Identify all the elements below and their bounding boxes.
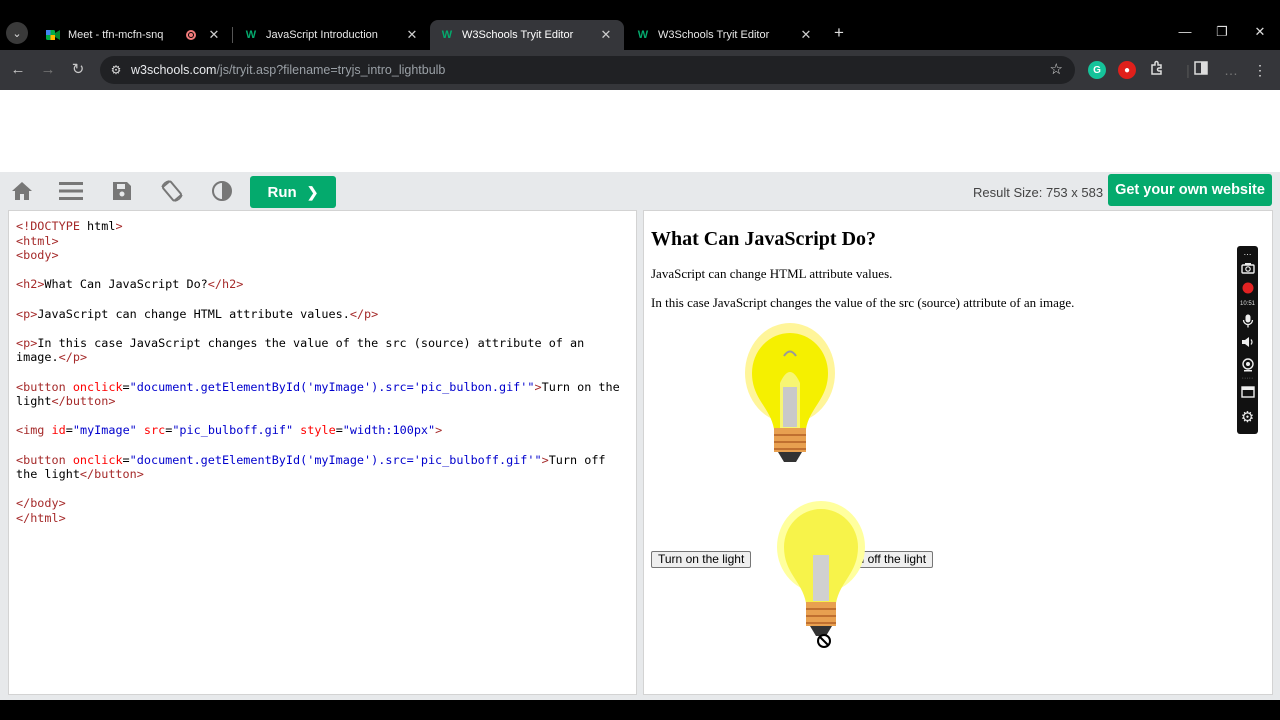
run-button-label: Run: [267, 183, 297, 201]
code-line[interactable]: [16, 292, 628, 307]
close-tab-icon[interactable]: ✕: [206, 27, 222, 43]
code-line[interactable]: <button onclick="document.getElementById…: [16, 453, 628, 482]
code-editor[interactable]: <!DOCTYPE html> <html> <body> <h2>What Can…: [8, 210, 637, 695]
home-icon[interactable]: [10, 180, 34, 202]
lightbulb-on-image: [745, 323, 835, 462]
contrast-icon[interactable]: [210, 180, 234, 202]
chevron-right-icon: ❯: [306, 183, 319, 200]
forward-icon[interactable]: →: [38, 60, 58, 80]
menu-icon[interactable]: [59, 180, 83, 202]
close-tab-icon[interactable]: ✕: [798, 27, 814, 43]
tab-divider: [232, 27, 233, 43]
back-icon[interactable]: ←: [8, 60, 28, 80]
tab-title: Meet - tfn-mcfn-snq: [68, 29, 164, 41]
code-line[interactable]: <h2>What Can JavaScript Do?</h2>: [16, 277, 628, 292]
tryit-toolbar: Run ❯ Result Size: 753 x 583 Get your ow…: [0, 172, 1280, 210]
tab-title: W3Schools Tryit Editor: [462, 29, 574, 41]
code-line[interactable]: [16, 482, 628, 497]
code-line[interactable]: [16, 438, 628, 453]
result-frame: What Can JavaScript Do? JavaScript can c…: [643, 210, 1273, 695]
tab-title: JavaScript Introduction: [266, 29, 378, 41]
page-content: Run ❯ Result Size: 753 x 583 Get your ow…: [0, 90, 1280, 720]
browser-toolbar: ← → ↻ ⚙ w3schools.com/js/tryit.asp?filen…: [0, 50, 1280, 90]
address-bar[interactable]: ⚙ w3schools.com/js/tryit.asp?filename=tr…: [100, 56, 1075, 84]
profile-icon[interactable]: …: [1221, 60, 1241, 80]
code-line[interactable]: </html>: [16, 511, 628, 526]
code-line[interactable]: <button onclick="document.getElementById…: [16, 380, 628, 409]
settings-gear-icon[interactable]: ⚙: [1237, 409, 1258, 427]
screen: ⌄ Meet - tfn-mcfn-snq ✕ W JavaScript Int…: [0, 0, 1280, 720]
microphone-icon[interactable]: [1237, 314, 1258, 332]
new-tab-icon[interactable]: +: [830, 24, 848, 42]
close-tab-icon[interactable]: ✕: [598, 27, 614, 43]
get-your-own-website-button[interactable]: Get your own website: [1108, 174, 1272, 206]
w3schools-icon: W: [245, 29, 257, 41]
more-menu-icon[interactable]: ⋮: [1250, 60, 1270, 80]
tab-js-introduction[interactable]: W JavaScript Introduction ✕: [234, 20, 430, 50]
grammarly-icon[interactable]: G: [1088, 61, 1106, 79]
record-icon[interactable]: [1237, 282, 1258, 300]
close-tab-icon[interactable]: ✕: [404, 27, 420, 43]
save-icon[interactable]: [110, 180, 134, 202]
code-line[interactable]: [16, 365, 628, 380]
recording-icon: [186, 30, 196, 40]
tab-tryit-editor[interactable]: W W3Schools Tryit Editor ✕: [626, 20, 824, 50]
url-host: w3schools.com: [131, 63, 217, 77]
tab-tryit-editor-active[interactable]: W W3Schools Tryit Editor ✕: [430, 20, 624, 50]
code-line[interactable]: [16, 409, 628, 424]
site-info-icon[interactable]: ⚙: [108, 62, 124, 78]
result-size-label: Result Size: 753 x 583: [973, 185, 1104, 200]
code-line[interactable]: [16, 263, 628, 278]
tab-search-icon[interactable]: ⌄: [6, 22, 28, 44]
tab-strip: ⌄ Meet - tfn-mcfn-snq ✕ W JavaScript Int…: [0, 0, 1280, 50]
tab-title: W3Schools Tryit Editor: [658, 29, 770, 41]
result-heading: What Can JavaScript Do?: [651, 228, 877, 250]
side-panel-icon[interactable]: [1191, 60, 1211, 80]
code-line[interactable]: </body>: [16, 496, 628, 511]
close-window-icon[interactable]: ✕: [1250, 22, 1270, 42]
w3schools-icon: W: [441, 29, 453, 41]
restore-icon[interactable]: ❐: [1212, 22, 1232, 42]
turn-on-light-button[interactable]: Turn on the light: [651, 551, 752, 568]
code-line[interactable]: <p>In this case JavaScript changes the v…: [16, 336, 628, 365]
code-line[interactable]: <html>: [16, 234, 628, 249]
code-line[interactable]: [16, 321, 628, 336]
result-paragraph: JavaScript can change HTML attribute val…: [651, 266, 893, 281]
extensions-puzzle-icon[interactable]: [1147, 60, 1167, 80]
result-paragraph: In this case JavaScript changes the valu…: [651, 295, 1075, 310]
code-line[interactable]: <!DOCTYPE html>: [16, 219, 628, 234]
extension-red-icon[interactable]: ●: [1118, 61, 1136, 79]
url-text[interactable]: w3schools.com/js/tryit.asp?filename=tryj…: [131, 63, 445, 77]
lightbulb-image: [777, 501, 865, 636]
code-text[interactable]: <!DOCTYPE html> <html> <body> <h2>What Can…: [16, 219, 628, 525]
recording-time: 10:51: [1239, 301, 1255, 307]
run-button[interactable]: Run ❯: [250, 176, 336, 208]
not-allowed-cursor-icon: [817, 634, 831, 648]
screen-select-icon[interactable]: [1237, 386, 1258, 404]
screen-recorder-widget: ⋯ 10:51 ····· ⚙: [1237, 246, 1258, 434]
rotate-layout-icon[interactable]: [160, 180, 184, 202]
bookmark-star-icon[interactable]: ☆: [1050, 60, 1063, 78]
bottom-letterbox: [0, 700, 1280, 720]
w3schools-icon: W: [637, 29, 649, 41]
tab-meet[interactable]: Meet - tfn-mcfn-snq ✕: [36, 20, 232, 50]
code-line[interactable]: <p>JavaScript can change HTML attribute …: [16, 307, 628, 322]
google-meet-icon: [46, 28, 60, 42]
reload-icon[interactable]: ↻: [68, 60, 88, 80]
url-path: /js/tryit.asp?filename=tryjs_intro_light…: [216, 63, 446, 77]
speaker-icon[interactable]: [1237, 336, 1258, 354]
minimize-icon[interactable]: —: [1175, 22, 1195, 42]
code-line[interactable]: <img id="myImage" src="pic_bulboff.gif" …: [16, 423, 628, 438]
camera-icon[interactable]: [1237, 262, 1258, 280]
code-line[interactable]: <body>: [16, 248, 628, 263]
